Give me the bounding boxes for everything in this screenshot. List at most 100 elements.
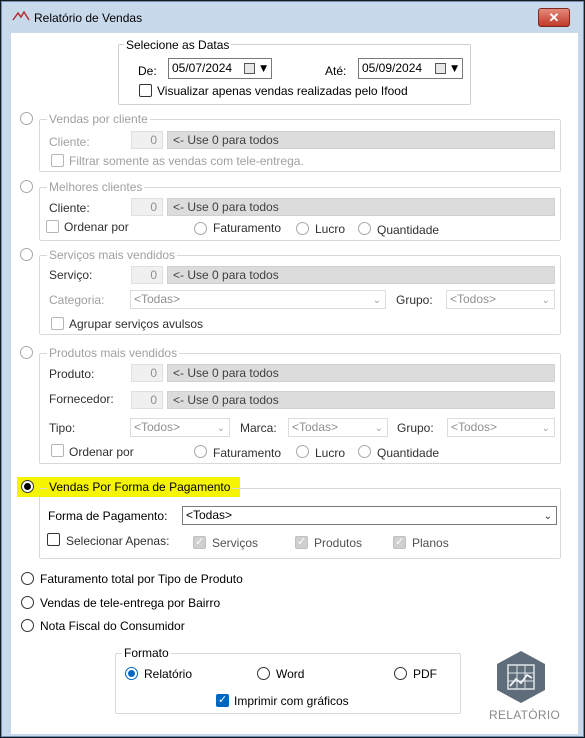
radio-tele-bairro[interactable]	[21, 596, 34, 609]
to-label: Até:	[325, 64, 347, 78]
chevron-down-icon: ⌄	[541, 295, 550, 306]
radio-vendas-cliente[interactable]	[20, 112, 33, 125]
chevron-down-icon[interactable]: ▼	[260, 60, 267, 79]
servicos-legend: Serviços mais vendidos	[47, 248, 178, 262]
from-date-value: 05/07/2024	[172, 61, 233, 75]
pr-ordenar-checkbox[interactable]	[51, 444, 64, 457]
pr-grupo-label: Grupo:	[397, 421, 434, 435]
ifood-checkbox[interactable]	[139, 84, 152, 97]
sv-servico-input[interactable]: 0	[131, 266, 163, 284]
vc-cliente-input[interactable]: 0	[131, 131, 163, 149]
chevron-down-icon[interactable]: ▼	[451, 60, 458, 79]
sv-servico-hint: <- Use 0 para todos	[167, 266, 555, 284]
sv-categoria-label: Categoria:	[49, 293, 105, 307]
radio-nota-fiscal[interactable]	[21, 619, 34, 632]
pg-forma-select[interactable]: <Todas> ⌄	[182, 506, 557, 525]
graficos-checkbox[interactable]	[216, 693, 229, 707]
mc-radio-faturamento[interactable]	[194, 222, 207, 235]
pr-tipo-value: <Todos>	[134, 420, 181, 434]
vc-cliente-hint: <- Use 0 para todos	[167, 131, 555, 149]
pr-lucro-label: Lucro	[315, 446, 346, 460]
from-date-picker[interactable]: 05/07/2024 ▼	[168, 58, 272, 79]
pr-radio-lucro[interactable]	[296, 445, 309, 458]
pr-marca-label: Marca:	[240, 421, 277, 435]
formato-legend: Formato	[122, 646, 171, 660]
pr-ordenar-label: Ordenar por	[69, 445, 134, 459]
pg-forma-value: <Todas>	[186, 508, 233, 522]
pg-servicos-label: Serviços	[212, 536, 259, 550]
melhores-clientes-legend: Melhores clientes	[47, 180, 145, 194]
sv-agrupar-checkbox[interactable]	[51, 317, 64, 330]
pr-fornecedor-label: Fornecedor:	[49, 392, 114, 406]
tele-bairro-label[interactable]: Vendas de tele-entrega por Bairro	[40, 596, 220, 610]
pg-servicos-checkbox[interactable]	[193, 535, 206, 549]
pr-grupo-select[interactable]: <Todos> ⌄	[447, 418, 555, 437]
pdf-label: PDF	[413, 667, 437, 681]
radio-relatorio[interactable]	[125, 667, 138, 680]
pr-radio-quantidade[interactable]	[358, 445, 371, 458]
ifood-label: Visualizar apenas vendas realizadas pelo…	[157, 84, 408, 98]
mc-cliente-hint: <- Use 0 para todos	[167, 198, 555, 216]
sv-agrupar-label: Agrupar serviços avulsos	[69, 317, 204, 331]
report-chart-icon[interactable]	[493, 649, 549, 705]
app-logo-icon	[12, 10, 30, 21]
sv-grupo-select[interactable]: <Todos> ⌄	[446, 290, 555, 309]
tipo-produto-label[interactable]: Faturamento total por Tipo de Produto	[40, 572, 243, 586]
window-title: Relatório de Vendas	[34, 11, 143, 25]
pg-planos-label: Planos	[412, 536, 449, 550]
word-label: Word	[276, 667, 305, 681]
pr-fornecedor-hint: <- Use 0 para todos	[167, 391, 555, 409]
radio-produtos[interactable]	[20, 346, 33, 359]
mc-cliente-label: Cliente:	[49, 201, 90, 215]
chevron-down-icon: ⌄	[216, 423, 225, 434]
mc-radio-quantidade[interactable]	[358, 222, 371, 235]
radio-melhores-clientes[interactable]	[20, 180, 33, 193]
calendar-icon[interactable]	[435, 63, 446, 74]
mc-radio-lucro[interactable]	[296, 222, 309, 235]
sv-categoria-select[interactable]: <Todas> ⌄	[130, 290, 386, 309]
pr-marca-value: <Todas>	[292, 420, 339, 434]
pr-radio-faturamento[interactable]	[194, 445, 207, 458]
chevron-down-icon: ⌄	[543, 511, 552, 522]
mc-ordenar-label: Ordenar por	[64, 220, 129, 234]
mc-lucro-label: Lucro	[315, 222, 346, 236]
radio-forma-pagamento[interactable]	[21, 480, 34, 493]
mc-faturamento-label: Faturamento	[213, 221, 282, 235]
chevron-down-icon: ⌄	[372, 295, 381, 306]
dates-legend: Selecione as Datas	[124, 38, 232, 52]
sv-categoria-value: <Todas>	[134, 292, 181, 306]
chevron-down-icon: ⌄	[374, 423, 383, 434]
sv-grupo-value: <Todos>	[450, 292, 497, 306]
mc-cliente-input[interactable]: 0	[131, 198, 163, 216]
pr-tipo-select[interactable]: <Todos> ⌄	[130, 418, 230, 437]
pr-tipo-label: Tipo:	[49, 421, 76, 435]
radio-word[interactable]	[257, 667, 270, 680]
pg-produtos-label: Produtos	[314, 536, 363, 550]
mc-ordenar-checkbox[interactable]	[46, 220, 59, 233]
relatorio-button-label[interactable]: RELATÓRIO	[489, 708, 560, 722]
vendas-cliente-legend: Vendas por cliente	[47, 112, 150, 126]
pr-quantidade-label: Quantidade	[377, 446, 440, 460]
pr-faturamento-label: Faturamento	[213, 446, 282, 460]
dialog-body: Selecione as Datas De: 05/07/2024 ▼ Até:…	[11, 33, 578, 734]
pagamento-legend: Vendas Por Forma de Pagamento	[47, 480, 233, 494]
vc-tele-label: Filtrar somente as vendas com tele-entre…	[69, 154, 304, 168]
calendar-icon[interactable]	[244, 63, 255, 74]
close-button[interactable]: ✕	[538, 8, 570, 27]
vc-tele-checkbox[interactable]	[51, 154, 64, 167]
radio-pdf[interactable]	[394, 667, 407, 680]
pg-produtos-checkbox[interactable]	[295, 535, 308, 549]
pr-produto-input[interactable]: 0	[131, 364, 163, 382]
pr-produto-hint: <- Use 0 para todos	[167, 364, 555, 382]
sv-grupo-label: Grupo:	[396, 293, 433, 307]
radio-tipo-produto[interactable]	[21, 572, 34, 585]
chevron-down-icon: ⌄	[541, 423, 550, 434]
radio-servicos[interactable]	[20, 248, 33, 261]
pg-forma-label: Forma de Pagamento:	[48, 509, 168, 523]
nota-fiscal-label[interactable]: Nota Fiscal do Consumidor	[40, 619, 185, 633]
pg-planos-checkbox[interactable]	[393, 535, 406, 549]
pr-marca-select[interactable]: <Todas> ⌄	[288, 418, 388, 437]
to-date-picker[interactable]: 05/09/2024 ▼	[358, 58, 463, 79]
pg-selecionar-checkbox[interactable]	[47, 533, 60, 546]
pr-fornecedor-input[interactable]: 0	[131, 391, 163, 409]
